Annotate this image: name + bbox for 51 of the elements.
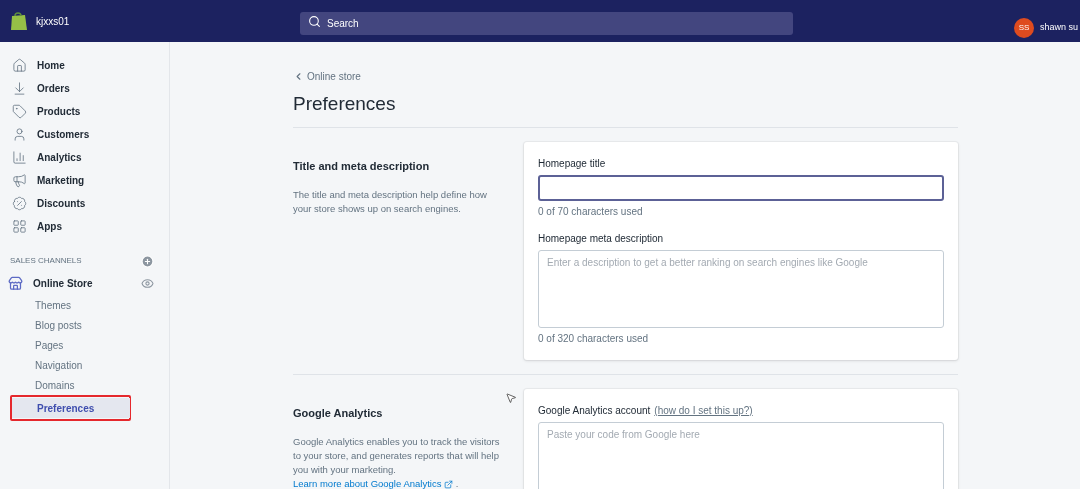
nav-item[interactable]: Discounts [4,192,165,215]
sub-nav-item[interactable]: Pages [10,335,128,355]
text-area[interactable]: Paste your code from Google here [538,421,944,489]
section-heading: SALES CHANNELS [10,255,82,267]
sub-nav-item[interactable]: Domains [10,375,128,395]
learn-more-link[interactable]: Learn more about Google Analytics [293,478,454,489]
nav-item[interactable]: Apps [4,215,165,238]
back-link[interactable]: Online store [293,69,958,84]
home-icon [12,58,27,73]
section-title: Title and meta description [293,158,431,174]
bar-chart-icon [12,150,27,165]
nav-item[interactable]: Online Store [0,275,93,291]
text-input[interactable] [538,174,944,201]
page-title: Preferences [293,90,958,128]
sub-nav-item[interactable]: Blog posts [10,315,128,335]
nav-item[interactable]: Products [4,100,165,123]
percent-badge-icon [12,196,27,211]
help-text: 0 of 70 characters used [538,204,644,219]
sub-nav-item[interactable]: Preferences [12,398,130,418]
eye-icon[interactable] [141,276,154,290]
field-label: Google Analytics account [538,403,651,418]
section-description: Google Analytics enables you to track the visitors to your store, and generates reports that will help you with your marketing. Learn more about Google Analytics . [293,435,501,489]
store-name: kjxxs01 [36,14,70,29]
text-area[interactable]: Enter a description to get a better ranking on search engines like Google [538,249,944,328]
section-description: The title and meta description help define how your store shows up on search engines. [293,188,488,216]
user-name: shawn su [1039,21,1079,35]
external-link-icon [444,480,454,489]
mouse-cursor-icon [505,392,517,404]
section-title: Google Analytics [293,405,384,421]
sub-nav-item[interactable]: Themes [10,295,128,315]
sub-nav-item[interactable]: Navigation [10,355,128,375]
grid-icon [12,219,27,234]
storefront-icon [8,275,23,291]
person-icon [12,127,27,142]
user-avatar[interactable]: SS [1013,18,1034,38]
shopping-bag-logo [10,11,28,31]
help-link[interactable]: (how do I set this up?) [654,402,753,418]
nav-item[interactable]: Home [4,54,165,77]
nav-item[interactable]: Analytics [4,146,165,169]
tag-icon [12,104,27,119]
nav-item[interactable]: Customers [4,123,165,146]
search-field[interactable]: Search [300,11,793,35]
help-text: 0 of 320 characters used [538,331,650,346]
search-icon [308,14,321,28]
field-label: Homepage meta description [538,231,664,246]
megaphone-icon [12,173,27,188]
nav-item[interactable]: Orders [4,77,165,100]
field-label: Homepage title [538,156,606,171]
nav-item[interactable]: Marketing [4,169,165,192]
inbox-icon [12,81,27,96]
add-icon[interactable] [141,254,154,268]
